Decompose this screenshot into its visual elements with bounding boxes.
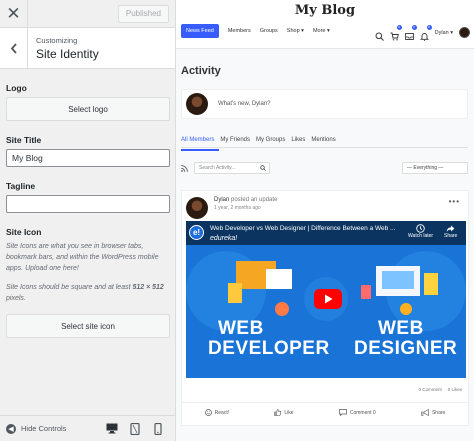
device-switcher (105, 422, 165, 436)
tab-mentions[interactable]: Mentions (311, 137, 335, 143)
desktop-icon[interactable] (105, 422, 119, 436)
cart-badge: 0 (396, 25, 402, 30)
post-timestamp[interactable]: 1 year, 2 months ago (214, 205, 277, 211)
activity-post-card: Dylan posted an update 1 year, 2 months … (181, 190, 469, 426)
play-button-icon[interactable] (314, 289, 342, 309)
page-title: Activity (181, 65, 221, 77)
activity-tabs: All Members My Friends My Groups Likes M… (181, 137, 468, 148)
activity-filters: Search Activity... — Everything — (181, 159, 468, 177)
customizer-topbar: ✕ Published (0, 0, 175, 28)
video-title[interactable]: Web Developer vs Web Designer | Differen… (210, 225, 400, 232)
mobile-icon[interactable] (151, 422, 165, 436)
nav-item-shop[interactable]: Shop ▾ (287, 28, 304, 34)
thumbnail-text-right: WEB DESIGNER (354, 318, 458, 359)
notifications-badge: 0 (426, 25, 432, 30)
post-actions: React! Like Comment 0 Share (182, 402, 468, 422)
smiley-icon (204, 409, 212, 416)
main-nav: News Feed Members Groups Shop ▾ More ▾ (181, 24, 339, 38)
controls-area: Logo Select logo Site Title My Blog Tagl… (0, 83, 175, 338)
close-icon[interactable]: ✕ (0, 0, 28, 28)
embedded-video[interactable]: e! Web Developer vs Web Designer | Diffe… (186, 221, 466, 378)
logo-label: Logo (6, 83, 27, 93)
search-icon[interactable] (260, 165, 266, 173)
nav-item-more[interactable]: More ▾ (313, 28, 330, 34)
tab-my-groups[interactable]: My Groups (256, 137, 285, 143)
comment-button[interactable]: Comment 0 (338, 409, 376, 416)
publish-button[interactable]: Published (117, 4, 169, 23)
user-menu[interactable]: Dylan ▾ (435, 30, 453, 36)
site-title-input[interactable]: My Blog (6, 149, 170, 167)
like-button[interactable]: Like (274, 409, 294, 416)
cart-icon[interactable]: 0 (390, 25, 402, 41)
channel-name: edureka! (210, 235, 238, 242)
header-actions: 0 0 0 Dylan ▾ (375, 25, 470, 41)
active-tab-indicator (181, 149, 219, 151)
tab-all-members[interactable]: All Members (181, 137, 214, 143)
react-button[interactable]: React! (204, 409, 229, 416)
video-share-button[interactable]: Share (444, 224, 457, 239)
nav-item-groups[interactable]: Groups (260, 28, 278, 34)
thumbs-up-icon (274, 409, 282, 416)
search-icon[interactable] (375, 28, 384, 41)
tablet-icon[interactable] (128, 422, 142, 436)
tab-likes[interactable]: Likes (291, 137, 305, 143)
activity-filter-select[interactable]: — Everything — (402, 162, 468, 174)
site-title-label: Site Title (6, 135, 42, 145)
share-icon (421, 409, 429, 416)
nav-item-news-feed[interactable]: News Feed (181, 24, 219, 38)
channel-logo[interactable]: e! (189, 225, 204, 240)
select-site-icon-button[interactable]: Select site icon (6, 314, 170, 338)
tab-my-friends[interactable]: My Friends (220, 137, 250, 143)
whats-new-box[interactable]: What's new, Dylan? (181, 89, 468, 119)
post-stats: 0 Comment 0 Likes (418, 387, 462, 392)
arrow-left-circle-icon[interactable]: ◀ (6, 423, 16, 434)
chevron-left-icon[interactable] (0, 27, 28, 69)
hide-controls-link[interactable]: Hide Controls (21, 424, 66, 433)
site-header: My Blog News Feed Members Groups Shop ▾ … (176, 0, 474, 49)
clock-icon (416, 224, 425, 233)
site-title[interactable]: My Blog (176, 3, 474, 18)
tagline-input[interactable] (6, 195, 170, 213)
share-arrow-icon (446, 225, 455, 232)
thumbnail-text-left: WEB DEVELOPER (208, 318, 330, 359)
site-icon-label: Site Icon (6, 227, 42, 237)
avatar[interactable] (186, 197, 208, 219)
bell-icon[interactable]: 0 (419, 25, 432, 41)
watch-later-button[interactable]: Watch later (408, 224, 433, 239)
section-title: Site Identity (36, 46, 99, 61)
whats-new-placeholder: What's new, Dylan? (218, 101, 271, 107)
messages-badge: 0 (411, 25, 417, 30)
customizer-panel: ✕ Published Customizing Site Identity Lo… (0, 0, 176, 441)
rss-icon[interactable] (181, 159, 188, 177)
activity-search-input[interactable]: Search Activity... (194, 162, 270, 174)
post-author[interactable]: Dylan (214, 197, 229, 203)
more-options-icon[interactable]: ••• (449, 197, 460, 206)
tagline-label: Tagline (6, 181, 36, 191)
inbox-icon[interactable]: 0 (404, 25, 417, 40)
post-action: posted an update (229, 197, 278, 203)
site-preview: My Blog News Feed Members Groups Shop ▾ … (176, 0, 474, 441)
nav-item-members[interactable]: Members (228, 28, 251, 34)
avatar[interactable] (459, 27, 470, 38)
breadcrumb: Customizing (36, 35, 78, 45)
comment-count[interactable]: 0 Comment (418, 387, 441, 392)
like-count[interactable]: 0 Likes (448, 387, 462, 392)
site-icon-description: Site Icons are what you see in browser t… (6, 243, 159, 272)
avatar (186, 93, 208, 115)
comment-icon (338, 409, 347, 416)
post-header: Dylan posted an update 1 year, 2 months … (186, 197, 277, 219)
select-logo-button[interactable]: Select logo (6, 97, 170, 121)
share-button[interactable]: Share (421, 409, 445, 416)
site-icon-size-note: Site Icons should be square and at least… (6, 284, 164, 302)
section-header: Customizing Site Identity (0, 27, 175, 69)
customizer-footer: ◀ Hide Controls (0, 415, 175, 441)
